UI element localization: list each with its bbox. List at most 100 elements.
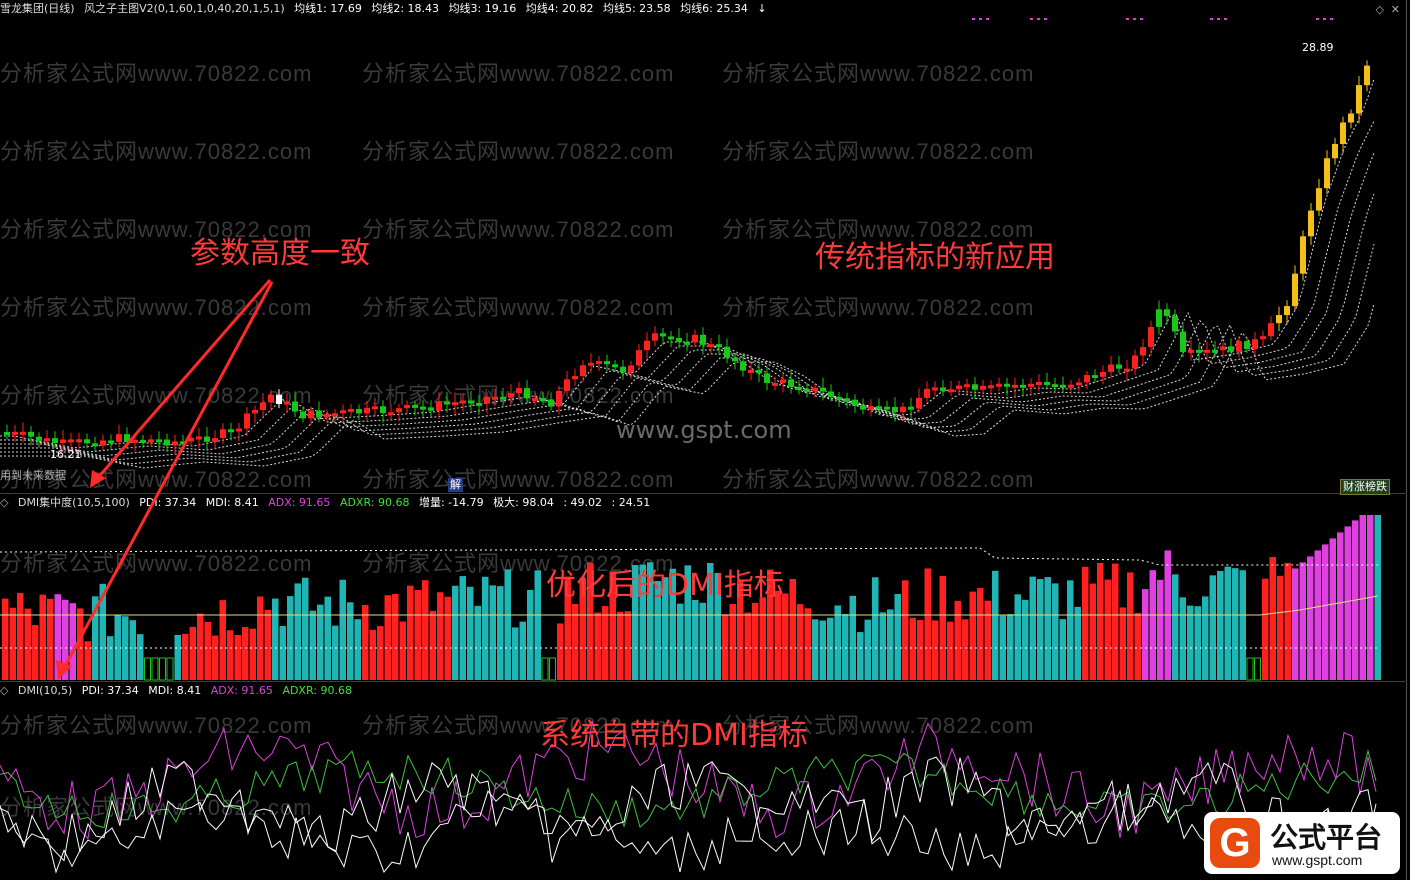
candle-body — [284, 401, 290, 405]
dmi-bar — [1224, 566, 1231, 680]
candle-body — [820, 387, 826, 392]
signal-dot — [1030, 18, 1033, 20]
candle-body — [228, 429, 234, 433]
dmi-bar — [392, 593, 399, 680]
signal-dot — [972, 18, 975, 20]
candle-body — [516, 388, 522, 394]
candle-body — [108, 440, 114, 444]
candle-body — [1076, 382, 1082, 386]
candle-body — [276, 394, 282, 404]
dmi-bar — [1202, 596, 1209, 680]
candle-body — [956, 385, 962, 390]
candle-body — [388, 412, 394, 416]
candle-body — [244, 413, 250, 429]
candle-body — [572, 376, 578, 380]
candle-body — [1212, 349, 1218, 353]
candle-body — [428, 407, 434, 411]
dmi-bar — [39, 594, 46, 680]
dmi-bar — [1052, 583, 1059, 680]
logo-badge: G 公式平台 www.gspt.com — [1204, 812, 1400, 874]
candle-body — [148, 439, 154, 443]
candle-body — [508, 393, 514, 398]
dmi-bar — [272, 598, 279, 680]
dmi-bar — [249, 628, 256, 680]
dmi-bar — [1374, 515, 1381, 680]
candle-body — [252, 409, 258, 414]
dmi-bar — [557, 623, 564, 680]
candle-body — [812, 387, 818, 392]
dmi-bar — [264, 609, 271, 680]
dmi-bar — [242, 627, 249, 680]
candle-body — [156, 439, 162, 443]
dmi-bar — [1037, 579, 1044, 680]
dmi-bar — [527, 589, 534, 680]
candle-body — [900, 406, 906, 413]
dmi-bar — [1074, 606, 1081, 680]
dmi-bar — [699, 602, 706, 680]
dmi-bar-hollow — [144, 657, 151, 681]
dmi-bar — [234, 634, 241, 680]
dmi-bar — [474, 605, 481, 680]
dmi-bar — [1314, 550, 1321, 680]
dmi-bar — [1119, 607, 1126, 680]
ma-line-3 — [0, 152, 1375, 457]
dmi-bar-hollow — [549, 657, 556, 681]
dmi-bar — [774, 590, 781, 680]
candle-body — [468, 400, 474, 404]
candle-body — [700, 334, 706, 345]
candle-body — [260, 402, 266, 410]
dmi-bar — [1269, 557, 1276, 680]
dmi-bar — [1022, 599, 1029, 680]
candle-body — [1172, 316, 1178, 332]
dmi-bar — [1179, 597, 1186, 680]
dmi-bar — [84, 641, 91, 680]
candle-body — [484, 396, 490, 404]
signal-dot — [1037, 18, 1040, 20]
signal-dot — [1224, 18, 1227, 20]
dmi-bar — [1329, 538, 1336, 680]
candle-body — [1276, 315, 1282, 324]
candle-body — [1332, 143, 1338, 159]
dmi-bar — [1149, 570, 1156, 680]
candle-body — [980, 385, 986, 390]
candle-body — [860, 405, 866, 410]
dmi-bar — [437, 592, 444, 680]
dmi-bar — [857, 632, 864, 680]
dmi-bar — [489, 585, 496, 680]
candle-body — [324, 413, 330, 418]
candle-body — [804, 389, 810, 393]
candle-body — [788, 379, 794, 387]
candle-body — [1028, 383, 1034, 387]
candle-body — [540, 398, 546, 402]
dmi-bar — [219, 600, 226, 680]
candle-body — [580, 365, 586, 377]
candle-body — [1284, 306, 1290, 316]
dmi-bar — [317, 604, 324, 680]
candle-body — [1092, 375, 1098, 379]
annotation-traditional: 传统指标的新应用 — [815, 240, 1055, 275]
candle-body — [1188, 349, 1194, 353]
dmi-bar — [339, 579, 346, 680]
candle-body — [732, 357, 738, 362]
candle-body — [1204, 349, 1210, 353]
rank-tab[interactable]: 财涨榜跌 — [1340, 479, 1390, 495]
dmi-bar — [1217, 570, 1224, 680]
candle-body — [1228, 346, 1234, 352]
dmi-bar — [129, 620, 136, 680]
candle-body — [1236, 341, 1242, 352]
signal-dot — [1210, 18, 1213, 20]
candle-body — [1156, 309, 1162, 327]
candle-body — [1220, 346, 1226, 351]
candle-body — [988, 385, 994, 389]
jie-button[interactable]: 解 — [448, 478, 463, 492]
candle-body — [996, 383, 1002, 387]
dmi-bar — [1172, 574, 1179, 680]
dmi-bar — [924, 568, 931, 680]
dmi-bar — [1089, 583, 1096, 680]
dmi-bar — [1277, 575, 1284, 680]
candle-body — [476, 402, 482, 406]
annotation-system: 系统自带的DMI指标 — [540, 718, 808, 753]
dmi-bar — [32, 625, 39, 680]
candle-body — [940, 387, 946, 392]
candle-body — [460, 400, 466, 404]
